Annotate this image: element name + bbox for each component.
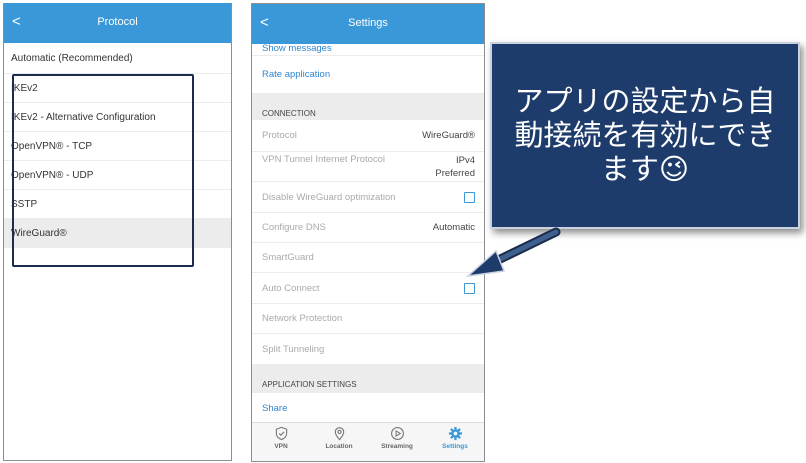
setting-row-network-protection[interactable]: Network Protection: [252, 304, 484, 334]
setting-row-disable-wireguard-opt[interactable]: Disable WireGuard optimization: [252, 182, 484, 213]
share-link[interactable]: Share: [252, 393, 484, 423]
setting-value-line2: Preferred: [435, 168, 475, 179]
setting-label: Network Protection: [262, 313, 343, 324]
setting-row-smartguard[interactable]: SmartGuard: [252, 243, 484, 273]
bottom-tab-bar: VPN Location Streaming Settings: [252, 422, 484, 461]
highlight-box: [12, 74, 194, 267]
setting-row-auto-connect[interactable]: Auto Connect: [252, 273, 484, 304]
tab-label: Location: [325, 443, 353, 450]
gear-icon: [448, 426, 462, 441]
setting-label: SmartGuard: [262, 252, 314, 263]
tab-vpn[interactable]: VPN: [252, 423, 310, 461]
tab-location[interactable]: Location: [310, 423, 368, 461]
page-title: Protocol: [97, 16, 138, 28]
location-pin-icon: [334, 427, 344, 441]
setting-label: Auto Connect: [262, 282, 320, 294]
show-messages-link[interactable]: Show messages: [252, 44, 484, 56]
tab-label: VPN: [274, 443, 288, 450]
setting-row-tunnel-protocol[interactable]: VPN Tunnel Internet Protocol IPv4 Prefer…: [252, 152, 484, 182]
setting-label: Configure DNS: [262, 222, 326, 233]
setting-row-split-tunneling[interactable]: Split Tunneling: [252, 334, 484, 365]
setting-label: Split Tunneling: [262, 343, 325, 355]
settings-list[interactable]: Show messages Rate application CONNECTIO…: [252, 44, 484, 423]
shield-check-icon: [275, 426, 287, 441]
callout-text: アプリの設定から自動接続を有効にできます😉: [514, 85, 776, 186]
setting-label: VPN Tunnel Internet Protocol: [262, 154, 386, 165]
setting-label: Protocol: [262, 130, 297, 141]
setting-value: WireGuard®: [422, 130, 475, 141]
setting-row-protocol[interactable]: Protocol WireGuard®: [252, 120, 484, 152]
protocol-header: < Protocol: [4, 3, 231, 43]
tab-label: Streaming: [381, 443, 413, 450]
page-title: Settings: [348, 17, 388, 29]
annotation-callout: アプリの設定から自動接続を有効にできます😉: [490, 42, 800, 229]
section-header-connection: CONNECTION: [252, 94, 484, 120]
protocol-option-automatic[interactable]: Automatic (Recommended): [4, 43, 231, 74]
setting-label: Disable WireGuard optimization: [262, 191, 396, 203]
arrow-icon: [465, 227, 561, 278]
play-circle-icon: [390, 427, 404, 440]
tab-label: Settings: [442, 443, 468, 450]
tab-settings[interactable]: Settings: [426, 423, 484, 461]
tab-streaming[interactable]: Streaming: [368, 423, 426, 461]
setting-row-configure-dns[interactable]: Configure DNS Automatic: [252, 213, 484, 243]
settings-screen: < Settings Show messages Rate applicatio…: [251, 3, 485, 462]
settings-header: < Settings: [252, 4, 484, 44]
rate-application-link[interactable]: Rate application: [252, 56, 484, 94]
protocol-screen: < Protocol Automatic (Recommended) IKEv2…: [3, 3, 232, 461]
section-header-application-settings: APPLICATION SETTINGS: [252, 365, 484, 393]
setting-value-line1: IPv4: [455, 155, 475, 166]
disable-wireguard-checkbox[interactable]: [464, 191, 475, 203]
